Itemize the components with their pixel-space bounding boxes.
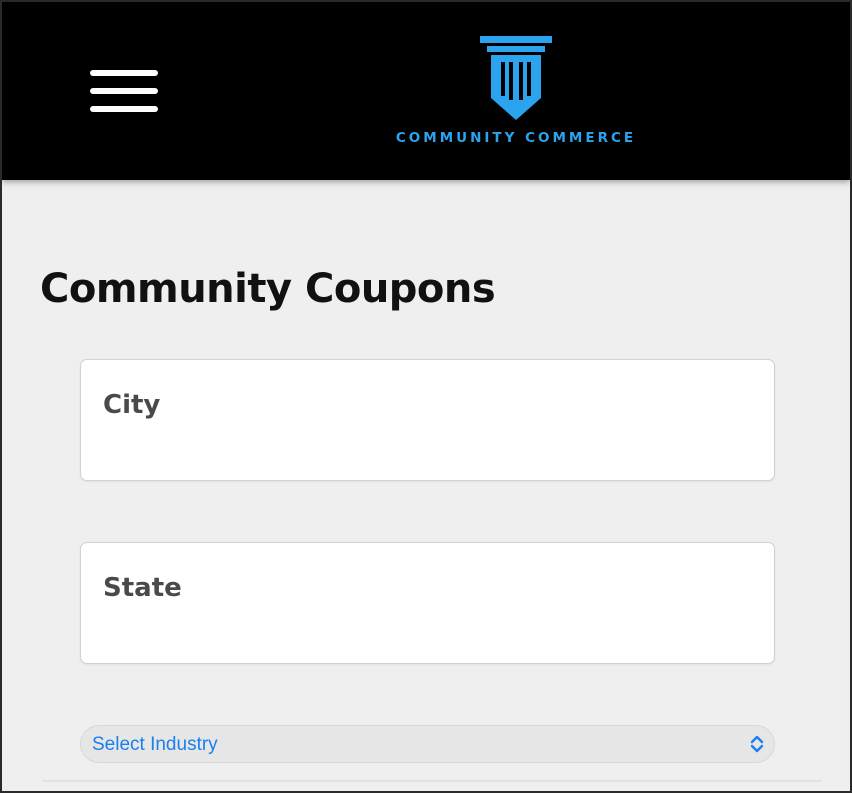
menu-line bbox=[90, 88, 158, 94]
brand-name: COMMUNITY COMMERCE bbox=[395, 130, 637, 146]
menu-line bbox=[90, 70, 158, 76]
menu-line bbox=[90, 106, 158, 112]
page-title: Community Coupons bbox=[40, 266, 496, 312]
pillar-shield-icon bbox=[480, 36, 552, 120]
industry-select-label: Select Industry bbox=[92, 734, 218, 755]
top-header: COMMUNITY COMMERCE bbox=[2, 2, 850, 180]
industry-select[interactable]: Select Industry bbox=[80, 725, 775, 763]
app-screen: COMMUNITY COMMERCE Community Coupons Sel… bbox=[0, 0, 852, 793]
up-down-chevron-icon bbox=[750, 735, 764, 753]
hamburger-menu-icon[interactable] bbox=[90, 68, 160, 120]
state-field[interactable] bbox=[80, 542, 775, 664]
state-input[interactable] bbox=[103, 573, 743, 603]
city-input[interactable] bbox=[103, 390, 743, 420]
content-divider bbox=[42, 780, 822, 782]
community-commerce-logo[interactable]: COMMUNITY COMMERCE bbox=[380, 36, 652, 156]
city-field[interactable] bbox=[80, 359, 775, 481]
